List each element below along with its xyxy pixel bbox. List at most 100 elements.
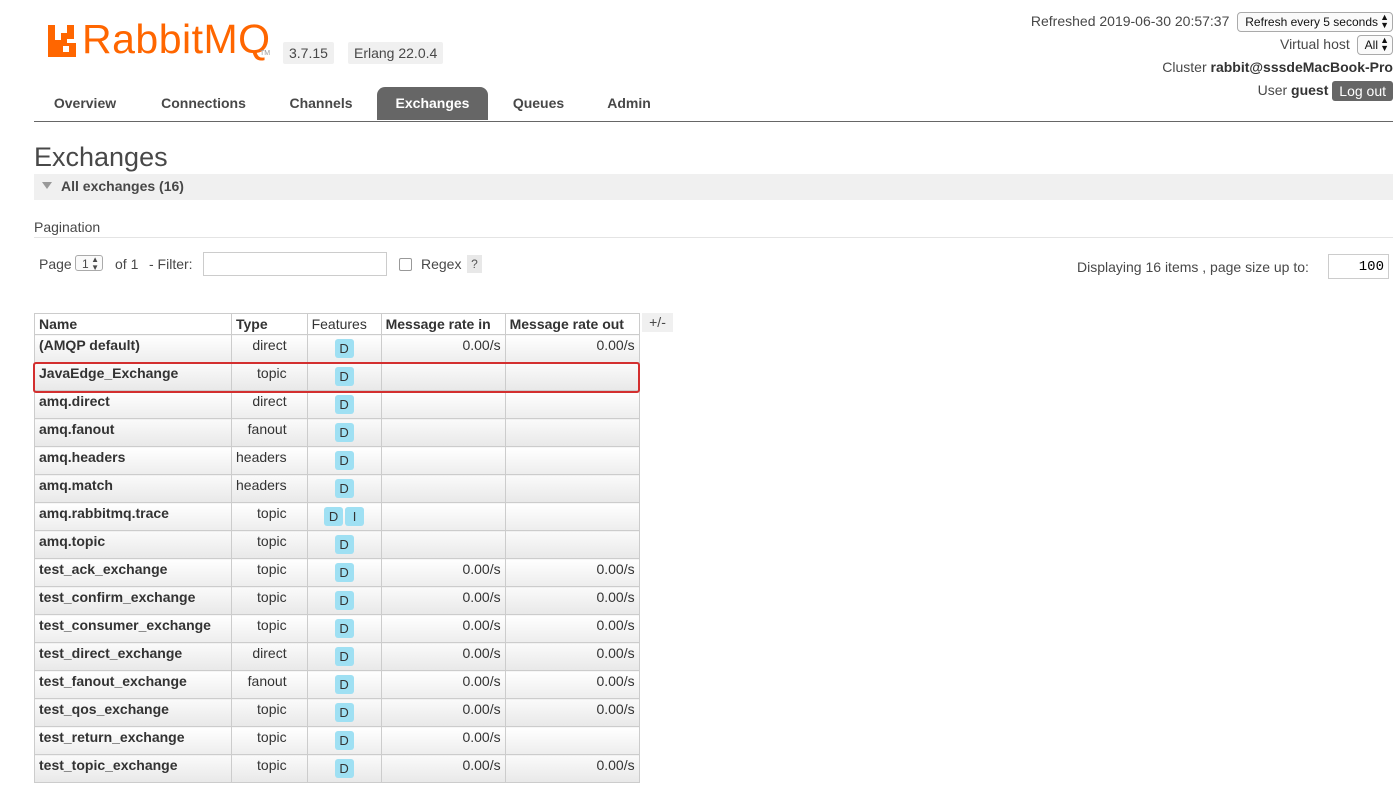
- exchange-name-link[interactable]: test_direct_exchange: [34, 642, 232, 671]
- exchange-name-link[interactable]: test_topic_exchange: [34, 754, 232, 783]
- column-header-type[interactable]: Type: [231, 313, 308, 335]
- durable-feature-badge[interactable]: D: [334, 647, 354, 666]
- durable-feature-badge[interactable]: D: [334, 759, 354, 778]
- exchange-name-link[interactable]: test_consumer_exchange: [34, 614, 232, 643]
- message-rate-out: [504, 418, 640, 447]
- internal-feature-badge[interactable]: I: [345, 507, 365, 526]
- refreshed-timestamp: Refreshed 2019-06-30 20:57:37: [1030, 13, 1230, 29]
- durable-feature-badge[interactable]: D: [334, 451, 354, 470]
- tab-admin[interactable]: Admin: [589, 87, 669, 120]
- message-rate-in: [380, 474, 506, 503]
- exchange-type: direct: [231, 642, 308, 671]
- regex-checkbox[interactable]: [399, 258, 412, 271]
- tab-channels[interactable]: Channels: [271, 87, 371, 120]
- table-row[interactable]: (AMQP default) direct D 0.00/s 0.00/s: [34, 334, 640, 363]
- durable-feature-badge[interactable]: D: [334, 703, 354, 722]
- durable-feature-badge[interactable]: D: [324, 507, 344, 526]
- message-rate-in: 0.00/s: [380, 754, 506, 783]
- message-rate-in: [380, 530, 506, 559]
- table-row[interactable]: amq.match headers D: [34, 474, 640, 503]
- durable-feature-badge[interactable]: D: [334, 731, 354, 750]
- exchange-name-link[interactable]: JavaEdge_Exchange: [34, 362, 232, 391]
- column-header-name[interactable]: Name: [34, 313, 232, 335]
- durable-feature-badge[interactable]: D: [334, 563, 354, 582]
- message-rate-in: [380, 362, 506, 391]
- logo-trademark: TM: [260, 50, 271, 57]
- table-row[interactable]: amq.headers headers D: [34, 446, 640, 475]
- exchange-type: topic: [231, 530, 308, 559]
- exchange-type: topic: [231, 614, 308, 643]
- exchange-name-link[interactable]: test_return_exchange: [34, 726, 232, 755]
- exchanges-table-body: (AMQP default) direct D 0.00/s 0.00/s JavaEdg…: [34, 334, 640, 783]
- tab-overview[interactable]: Overview: [34, 87, 136, 120]
- page-title: Exchanges: [34, 142, 168, 172]
- table-row[interactable]: test_fanout_exchange fanout D 0.00/s 0.00/s: [34, 670, 640, 699]
- displaying-items-label: Displaying 16 items , page size up to:: [1077, 259, 1309, 275]
- message-rate-out: 0.00/s: [504, 642, 640, 671]
- exchange-name-link[interactable]: test_fanout_exchange: [34, 670, 232, 699]
- exchange-name-link[interactable]: amq.fanout: [34, 418, 232, 447]
- table-row[interactable]: test_ack_exchange topic D 0.00/s 0.00/s: [34, 558, 640, 587]
- exchange-name-link[interactable]: amq.headers: [34, 446, 232, 475]
- tab-queues[interactable]: Queues: [494, 87, 583, 120]
- table-row[interactable]: test_qos_exchange topic D 0.00/s 0.00/s: [34, 698, 640, 727]
- durable-feature-badge[interactable]: D: [334, 367, 354, 386]
- all-exchanges-section-toggle[interactable]: All exchanges (16): [34, 174, 1393, 200]
- exchange-features: D: [306, 474, 382, 503]
- durable-feature-badge[interactable]: D: [334, 395, 354, 414]
- main-nav-tabs: Overview Connections Channels Exchanges …: [34, 87, 1393, 122]
- table-row[interactable]: test_confirm_exchange topic D 0.00/s 0.00/s: [34, 586, 640, 615]
- table-row[interactable]: amq.rabbitmq.trace topic D I: [34, 502, 640, 531]
- exchange-name-link[interactable]: test_qos_exchange: [34, 698, 232, 727]
- exchange-name-link[interactable]: amq.match: [34, 474, 232, 503]
- durable-feature-badge[interactable]: D: [334, 591, 354, 610]
- column-header-rate-in[interactable]: Message rate in: [380, 313, 506, 335]
- version-badge: 3.7.15: [283, 42, 334, 64]
- table-row[interactable]: test_topic_exchange topic D 0.00/s 0.00/s: [34, 754, 640, 783]
- column-toggle-button[interactable]: +/-: [642, 313, 673, 332]
- tab-exchanges[interactable]: Exchanges: [377, 87, 488, 120]
- page-label: Page: [39, 256, 72, 272]
- table-row[interactable]: JavaEdge_Exchange topic D: [34, 362, 640, 391]
- message-rate-in: [380, 446, 506, 475]
- exchange-features: D: [306, 670, 382, 699]
- vhost-select[interactable]: All ▲ ▼: [1356, 35, 1393, 56]
- table-row[interactable]: test_consumer_exchange topic D 0.00/s 0.00/s: [34, 614, 640, 643]
- durable-feature-badge[interactable]: D: [334, 339, 354, 358]
- message-rate-out: [504, 390, 640, 419]
- durable-feature-badge[interactable]: D: [334, 423, 354, 442]
- message-rate-in: 0.00/s: [380, 642, 506, 671]
- table-row[interactable]: test_direct_exchange direct D 0.00/s 0.00/s: [34, 642, 640, 671]
- exchange-name-link[interactable]: test_confirm_exchange: [34, 586, 232, 615]
- exchange-name-link[interactable]: test_ack_exchange: [34, 558, 232, 587]
- durable-feature-badge[interactable]: D: [334, 479, 354, 498]
- exchange-type: headers: [231, 474, 308, 503]
- exchange-features: D: [306, 586, 382, 615]
- table-row[interactable]: amq.fanout fanout D: [34, 418, 640, 447]
- tab-connections[interactable]: Connections: [146, 87, 261, 120]
- filter-input[interactable]: [203, 252, 387, 276]
- exchange-name-link[interactable]: amq.rabbitmq.trace: [34, 502, 232, 531]
- exchange-name-link[interactable]: amq.direct: [34, 390, 232, 419]
- exchange-name-link[interactable]: amq.topic: [34, 530, 232, 559]
- exchange-features: D: [306, 558, 382, 587]
- refresh-interval-value: Refresh every 5 seconds: [1245, 15, 1378, 30]
- exchange-type: topic: [231, 502, 308, 531]
- exchange-features: D: [306, 418, 382, 447]
- exchange-name-link[interactable]: (AMQP default): [34, 334, 232, 363]
- vhost-value: All: [1364, 38, 1378, 53]
- exchange-type: direct: [231, 334, 308, 363]
- table-row[interactable]: test_return_exchange topic D 0.00/s: [34, 726, 640, 755]
- page-size-input[interactable]: [1328, 254, 1389, 279]
- durable-feature-badge[interactable]: D: [334, 535, 354, 554]
- page-number-select[interactable]: 1 ▲ ▼: [75, 255, 103, 272]
- column-header-rate-out[interactable]: Message rate out: [504, 313, 640, 335]
- table-row[interactable]: amq.direct direct D: [34, 390, 640, 419]
- regex-help-icon[interactable]: ?: [467, 255, 482, 273]
- durable-feature-badge[interactable]: D: [334, 675, 354, 694]
- select-arrows-icon: ▲ ▼: [1380, 35, 1389, 54]
- durable-feature-badge[interactable]: D: [334, 619, 354, 638]
- table-row[interactable]: amq.topic topic D: [34, 530, 640, 559]
- message-rate-out: 0.00/s: [504, 754, 640, 783]
- refresh-interval-select[interactable]: Refresh every 5 seconds ▲ ▼: [1237, 12, 1393, 33]
